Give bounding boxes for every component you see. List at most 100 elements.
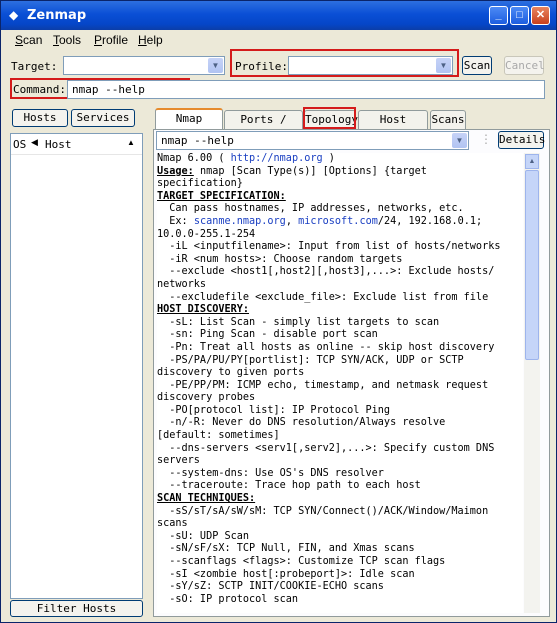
close-button[interactable]: ✕ bbox=[531, 6, 550, 25]
minimize-button[interactable]: _ bbox=[489, 6, 508, 25]
output-line: -sL: List Scan - simply list targets to … bbox=[157, 317, 523, 330]
services-view-button[interactable]: Services bbox=[71, 109, 135, 127]
output-line: -iR <num hosts>: Choose random targets bbox=[157, 254, 523, 267]
output-line: 10.0.0-255.1-254 bbox=[157, 229, 523, 242]
output-line: -sN/sF/sX: TCP Null, FIN, and Xmas scans bbox=[157, 543, 523, 556]
output-text: -iR <num hosts>: Choose random targets bbox=[157, 253, 403, 265]
output-text: --traceroute: Trace hop path to each hos… bbox=[157, 480, 421, 492]
output-line: -sS/sT/sA/sW/sM: TCP SYN/Connect()/ACK/W… bbox=[157, 506, 523, 519]
output-line: -iL <inputfilename>: Input from list of … bbox=[157, 241, 523, 254]
host-list-panel[interactable]: OS ◀ Host ▲ bbox=[10, 133, 143, 599]
output-selector[interactable]: nmap --help ▼ bbox=[156, 131, 469, 150]
title-bar[interactable]: ◆ Zenmap _ □ ✕ bbox=[1, 1, 556, 30]
zenmap-window: ◆ Zenmap _ □ ✕ Scan Tools Profile Help T… bbox=[0, 0, 557, 623]
scan-button[interactable]: Scan bbox=[462, 56, 492, 75]
host-list-header: OS ◀ Host ▲ bbox=[11, 134, 142, 155]
chevron-down-icon[interactable]: ▼ bbox=[452, 133, 467, 148]
output-text: nmap [Scan Type(s)] [Options] {target bbox=[193, 165, 427, 177]
output-link[interactable]: http://nmap.org bbox=[231, 153, 323, 164]
output-line: specification} bbox=[157, 178, 523, 191]
output-line: discovery probes bbox=[157, 392, 523, 405]
output-line: TARGET SPECIFICATION: bbox=[157, 191, 523, 204]
output-link[interactable]: scanme.nmap.org bbox=[194, 216, 286, 227]
output-text: -Pn: Treat all hosts as online -- skip h… bbox=[157, 341, 495, 353]
output-text: -PS/PA/PU/PY[portlist]: TCP SYN/ACK, UDP… bbox=[157, 354, 464, 366]
menu-profile[interactable]: Profile bbox=[94, 33, 128, 47]
output-link[interactable]: microsoft.com bbox=[298, 216, 378, 227]
output-text: -sn: Ping Scan - disable port scan bbox=[157, 329, 378, 341]
topology-highlight-box bbox=[303, 107, 356, 129]
output-line: -sU: UDP Scan bbox=[157, 531, 523, 544]
output-heading: SCAN TECHNIQUES: bbox=[157, 493, 256, 505]
output-text: Ex: bbox=[157, 215, 194, 227]
output-heading: HOST DISCOVERY: bbox=[157, 304, 250, 316]
target-combo[interactable]: ▼ bbox=[63, 56, 225, 75]
output-text: , bbox=[285, 215, 299, 227]
output-line: Ex: scanme.nmap.org, microsoft.com/24, 1… bbox=[157, 216, 523, 229]
details-button[interactable]: Details bbox=[498, 131, 545, 149]
output-line: Usage: nmap [Scan Type(s)] [Options] {ta… bbox=[157, 166, 523, 179]
output-text: Can pass hostnames, IP addresses, networ… bbox=[157, 203, 464, 215]
menu-help[interactable]: Help bbox=[138, 33, 163, 47]
output-text: 10.0.0-255.1-254 bbox=[157, 228, 256, 240]
output-text: -n/-R: Never do DNS resolution/Always re… bbox=[157, 417, 446, 429]
chevron-down-icon[interactable]: ▼ bbox=[208, 58, 223, 73]
output-line: Nmap 6.00 ( http://nmap.org ) bbox=[157, 153, 523, 166]
tab-nmap-output[interactable]: Nmap Output bbox=[155, 108, 223, 143]
output-text: discovery to given ports bbox=[157, 367, 305, 379]
output-line: -PO[protocol list]: IP Protocol Ping bbox=[157, 405, 523, 418]
output-text: -sL: List Scan - simply list targets to … bbox=[157, 316, 440, 328]
tab-host-details[interactable]: Host Details bbox=[358, 110, 428, 144]
output-line: -PE/PP/PM: ICMP echo, timestamp, and net… bbox=[157, 380, 523, 393]
window-title: Zenmap bbox=[27, 8, 87, 23]
output-line: networks bbox=[157, 279, 523, 292]
menu-bar: Scan Tools Profile Help bbox=[1, 30, 556, 50]
output-line: -sn: Ping Scan - disable port scan bbox=[157, 329, 523, 342]
sort-up-icon[interactable]: ▲ bbox=[127, 138, 135, 147]
hosts-view-button[interactable]: Hosts bbox=[12, 109, 68, 127]
command-label: Command: bbox=[13, 83, 66, 96]
output-text: servers bbox=[157, 455, 200, 467]
output-text: --exclude <host1[,host2][,host3],...>: E… bbox=[157, 266, 495, 278]
watermark bbox=[460, 583, 550, 619]
output-text: -sS/sT/sA/sW/sM: TCP SYN/Connect()/ACK/W… bbox=[157, 505, 489, 517]
filter-hosts-button[interactable]: Filter Hosts bbox=[10, 600, 143, 617]
column-os[interactable]: OS bbox=[13, 138, 26, 151]
tab-ports-hosts[interactable]: Ports / Hosts bbox=[224, 110, 303, 144]
output-selector-value: nmap --help bbox=[161, 134, 234, 147]
tab-scans[interactable]: Scans bbox=[430, 110, 466, 129]
output-text: scans bbox=[157, 518, 188, 530]
output-line: scans bbox=[157, 518, 523, 531]
column-separator-icon: ◀ bbox=[31, 137, 38, 147]
output-text: -iL <inputfilename>: Input from list of … bbox=[157, 241, 501, 253]
profile-label: Profile: bbox=[235, 60, 288, 73]
menu-tools[interactable]: Tools bbox=[53, 33, 81, 47]
output-text: discovery probes bbox=[157, 392, 256, 404]
chevron-down-icon[interactable]: ▼ bbox=[436, 58, 451, 73]
output-line: servers bbox=[157, 455, 523, 468]
output-heading: TARGET SPECIFICATION: bbox=[157, 190, 286, 202]
scrollbar-thumb[interactable] bbox=[525, 170, 539, 360]
output-line: --excludefile <exclude_file>: Exclude li… bbox=[157, 292, 523, 305]
output-text: --scanflags <flags>: Customize TCP scan … bbox=[157, 556, 446, 567]
cancel-button[interactable]: Cancel bbox=[504, 56, 545, 75]
output-scrollbar[interactable]: ▲ bbox=[524, 153, 540, 613]
output-line: -Pn: Treat all hosts as online -- skip h… bbox=[157, 342, 523, 355]
maximize-button[interactable]: □ bbox=[510, 6, 529, 25]
output-text: ) bbox=[322, 153, 335, 164]
scroll-up-icon[interactable]: ▲ bbox=[525, 154, 539, 169]
column-host[interactable]: Host bbox=[45, 138, 72, 151]
output-text: --dns-servers <serv1[,serv2],...>: Speci… bbox=[157, 442, 495, 454]
command-input[interactable]: nmap --help bbox=[67, 80, 545, 99]
output-line: --system-dns: Use OS's DNS resolver bbox=[157, 468, 523, 481]
nmap-output-text[interactable]: Nmap 6.00 ( http://nmap.org ) Usage: nmap… bbox=[157, 153, 523, 613]
menu-scan[interactable]: Scan bbox=[15, 33, 42, 47]
output-line: -PS/PA/PU/PY[portlist]: TCP SYN/ACK, UDP… bbox=[157, 355, 523, 368]
output-line: --exclude <host1[,host2][,host3],...>: E… bbox=[157, 266, 523, 279]
profile-combo[interactable]: ▼ bbox=[288, 56, 453, 75]
output-text: --system-dns: Use OS's DNS resolver bbox=[157, 467, 384, 479]
target-label: Target: bbox=[11, 60, 58, 73]
output-line: -sI <zombie host[:probeport]>: Idle scan bbox=[157, 569, 523, 582]
output-text: specification} bbox=[157, 178, 243, 190]
output-text: [default: sometimes] bbox=[157, 430, 280, 442]
